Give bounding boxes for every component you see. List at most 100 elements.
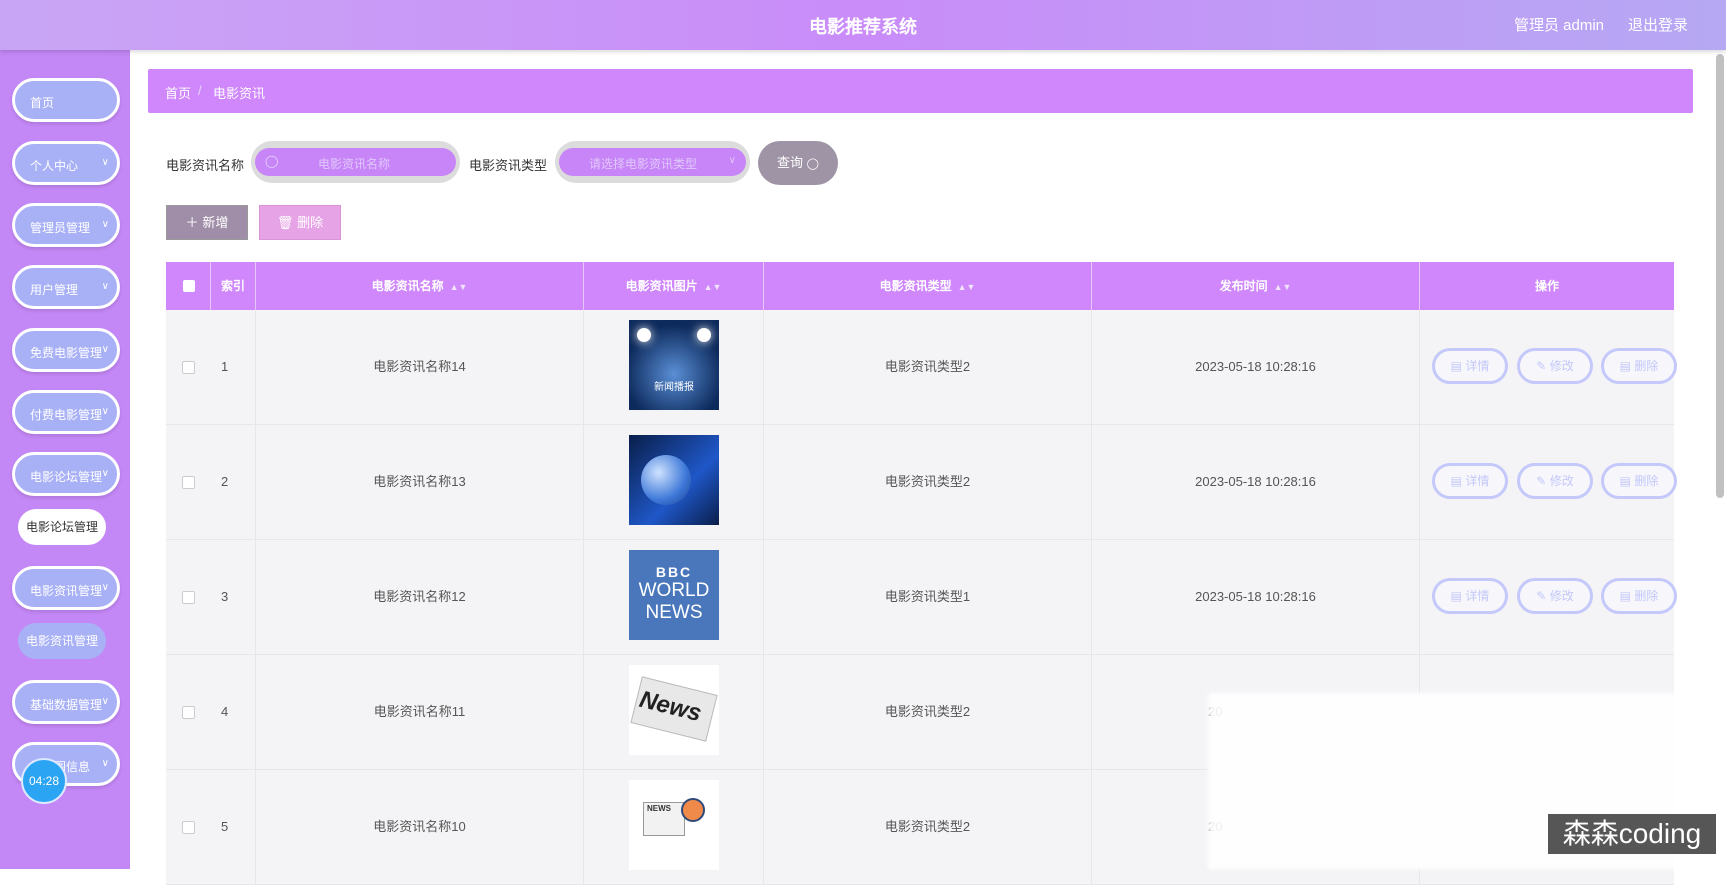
search-icon: ◯ [806,158,819,170]
admin-username: 管理员 admin [1514,17,1605,34]
breadcrumb-home[interactable]: 首页 [165,83,191,102]
sidebar-item-free-movie-management[interactable]: 免费电影管理 ∨ [12,328,120,372]
sidebar-item-base-data-management[interactable]: 基础数据管理 ∨ [12,680,120,724]
detail-button[interactable]: ▤ 详情 [1432,578,1508,614]
row-checkbox[interactable] [182,706,195,719]
detail-button[interactable]: ▤ 详情 [1432,463,1508,499]
breadcrumb-current: 电影资讯 [213,86,266,101]
sidebar-item-label: 免费电影管理 [30,346,103,360]
query-button-label: 查询 [777,155,804,170]
news-thumbnail: News [629,665,719,755]
edit-button[interactable]: ✎ 修改 [1517,348,1593,384]
edit-button[interactable]: ✎ 修改 [1517,578,1593,614]
delete-button[interactable]: ▤ 删除 [1601,463,1677,499]
row-name: 电影资讯名称14 [256,310,584,424]
sidebar-item-movie-news-management[interactable]: 电影资讯管理 ∨ [12,566,120,610]
sidebar-item-label: 电影论坛管理 [30,470,103,484]
search-icon: ◯ [265,154,279,168]
sidebar: 首页 个人中心 ∨ 管理员管理 ∨ 用户管理 ∨ 免费电影管理 ∨ 付费电影管理… [0,50,130,869]
chevron-down-icon: ∨ [101,468,109,479]
sidebar-item-label: 首页 [30,96,55,110]
sidebar-item-label: 基础数据管理 [30,698,103,712]
row-index: 2 [211,425,256,539]
row-type: 电影资讯类型2 [764,770,1092,884]
row-name: 电影资讯名称10 [256,770,584,884]
col-actions: 操作 [1534,279,1559,293]
pencil-icon: ✎ [1536,359,1547,373]
col-index: 索引 [211,262,256,310]
row-name: 电影资讯名称13 [256,425,584,539]
row-index: 4 [211,655,256,769]
breadcrumb-separator: / [198,83,202,98]
trash-icon: ▤ [1619,474,1631,488]
plus-icon: ＋ [185,215,199,230]
pencil-icon: ✎ [1536,474,1547,488]
search-type-label: 电影资讯类型 [469,158,548,173]
col-name[interactable]: 电影资讯名称 ▲▼ [256,262,584,310]
add-button-label: 新增 [202,215,229,230]
app-title: 电影推荐系统 [809,17,917,37]
chevron-down-icon: ∨ [101,281,109,292]
add-button[interactable]: ＋ 新增 [166,205,248,240]
row-type: 电影资讯类型2 [764,655,1092,769]
news-thumbnail [629,435,719,525]
clock-badge: 04:28 [21,758,67,804]
delete-button[interactable]: ▤ 删除 [1601,578,1677,614]
row-checkbox[interactable] [182,821,195,834]
sidebar-item-label: 电影资讯管理 [30,584,103,598]
row-checkbox[interactable] [182,591,195,604]
chevron-down-icon: ∨ [728,155,736,166]
batch-delete-button[interactable]: 🗑 删除 [259,205,341,240]
sidebar-item-movie-forum-management[interactable]: 电影论坛管理 ∨ [12,452,120,496]
row-type: 电影资讯类型1 [764,540,1092,654]
table-row: 1 电影资讯名称14 新闻播报 电影资讯类型2 2023-05-18 10:28… [166,310,1677,425]
sort-icon: ▲▼ [449,282,468,292]
query-button[interactable]: 查询 ◯ [758,141,838,185]
sidebar-item-label: 付费电影管理 [30,408,103,422]
row-time: 2023-05-18 10:28:16 [1092,540,1420,654]
row-checkbox[interactable] [182,361,195,374]
detail-button[interactable]: ▤ 详情 [1432,348,1508,384]
sidebar-item-label: 个人中心 [30,159,79,173]
sidebar-item-home[interactable]: 首页 [12,78,120,122]
sidebar-subitem-forum[interactable]: 电影论坛管理 [18,509,106,545]
sort-icon: ▲▼ [1273,282,1292,292]
sidebar-item-admin-management[interactable]: 管理员管理 ∨ [12,203,120,247]
sort-icon: ▲▼ [703,282,722,292]
sidebar-item-user-management[interactable]: 用户管理 ∨ [12,265,120,309]
row-name: 电影资讯名称12 [256,540,584,654]
chevron-down-icon: ∨ [101,219,109,230]
trash-icon: ▤ [1619,359,1631,373]
top-header: 电影推荐系统 管理员 admin 退出登录 [0,0,1726,50]
table-header: 索引 电影资讯名称 ▲▼ 电影资讯图片 ▲▼ 电影资讯类型 ▲▼ 发布时间 ▲▼ 操作 [166,262,1674,310]
row-checkbox[interactable] [182,476,195,489]
vertical-scrollbar[interactable] [1716,54,1724,498]
delete-button[interactable]: ▤ 删除 [1601,348,1677,384]
sidebar-subitem-news[interactable]: 电影资讯管理 [18,623,106,659]
sidebar-item-paid-movie-management[interactable]: 付费电影管理 ∨ [12,390,120,434]
chevron-down-icon: ∨ [101,582,109,593]
search-name-input[interactable]: ◯ 电影资讯名称 [251,141,460,183]
select-all-checkbox[interactable] [183,280,195,292]
table-row: 2 电影资讯名称13 电影资讯类型2 2023-05-18 10:28:16 ▤… [166,425,1677,540]
row-name: 电影资讯名称11 [256,655,584,769]
search-name-label: 电影资讯名称 [166,158,245,173]
pencil-icon: ✎ [1536,589,1547,603]
search-type-select[interactable]: 请选择电影资讯类型 ∨ [555,141,750,183]
col-type[interactable]: 电影资讯类型 ▲▼ [764,262,1092,310]
col-image[interactable]: 电影资讯图片 ▲▼ [584,262,764,310]
edit-button[interactable]: ✎ 修改 [1517,463,1593,499]
row-index: 3 [211,540,256,654]
trash-icon: ▤ [1619,589,1631,603]
document-icon: ▤ [1450,474,1462,488]
row-time: 2023-05-18 10:28:16 [1092,310,1420,424]
watermark: 森森coding [1548,814,1716,854]
col-time[interactable]: 发布时间 ▲▼ [1092,262,1420,310]
sidebar-item-label: 用户管理 [30,283,79,297]
logout-link[interactable]: 退出登录 [1628,14,1688,35]
document-icon: ▤ [1450,589,1462,603]
news-thumbnail: BBC WORLD NEWS [629,550,719,640]
chevron-down-icon: ∨ [101,758,109,769]
sidebar-item-personal-center[interactable]: 个人中心 ∨ [12,141,120,185]
search-type-placeholder: 请选择电影资讯类型 [589,157,698,171]
